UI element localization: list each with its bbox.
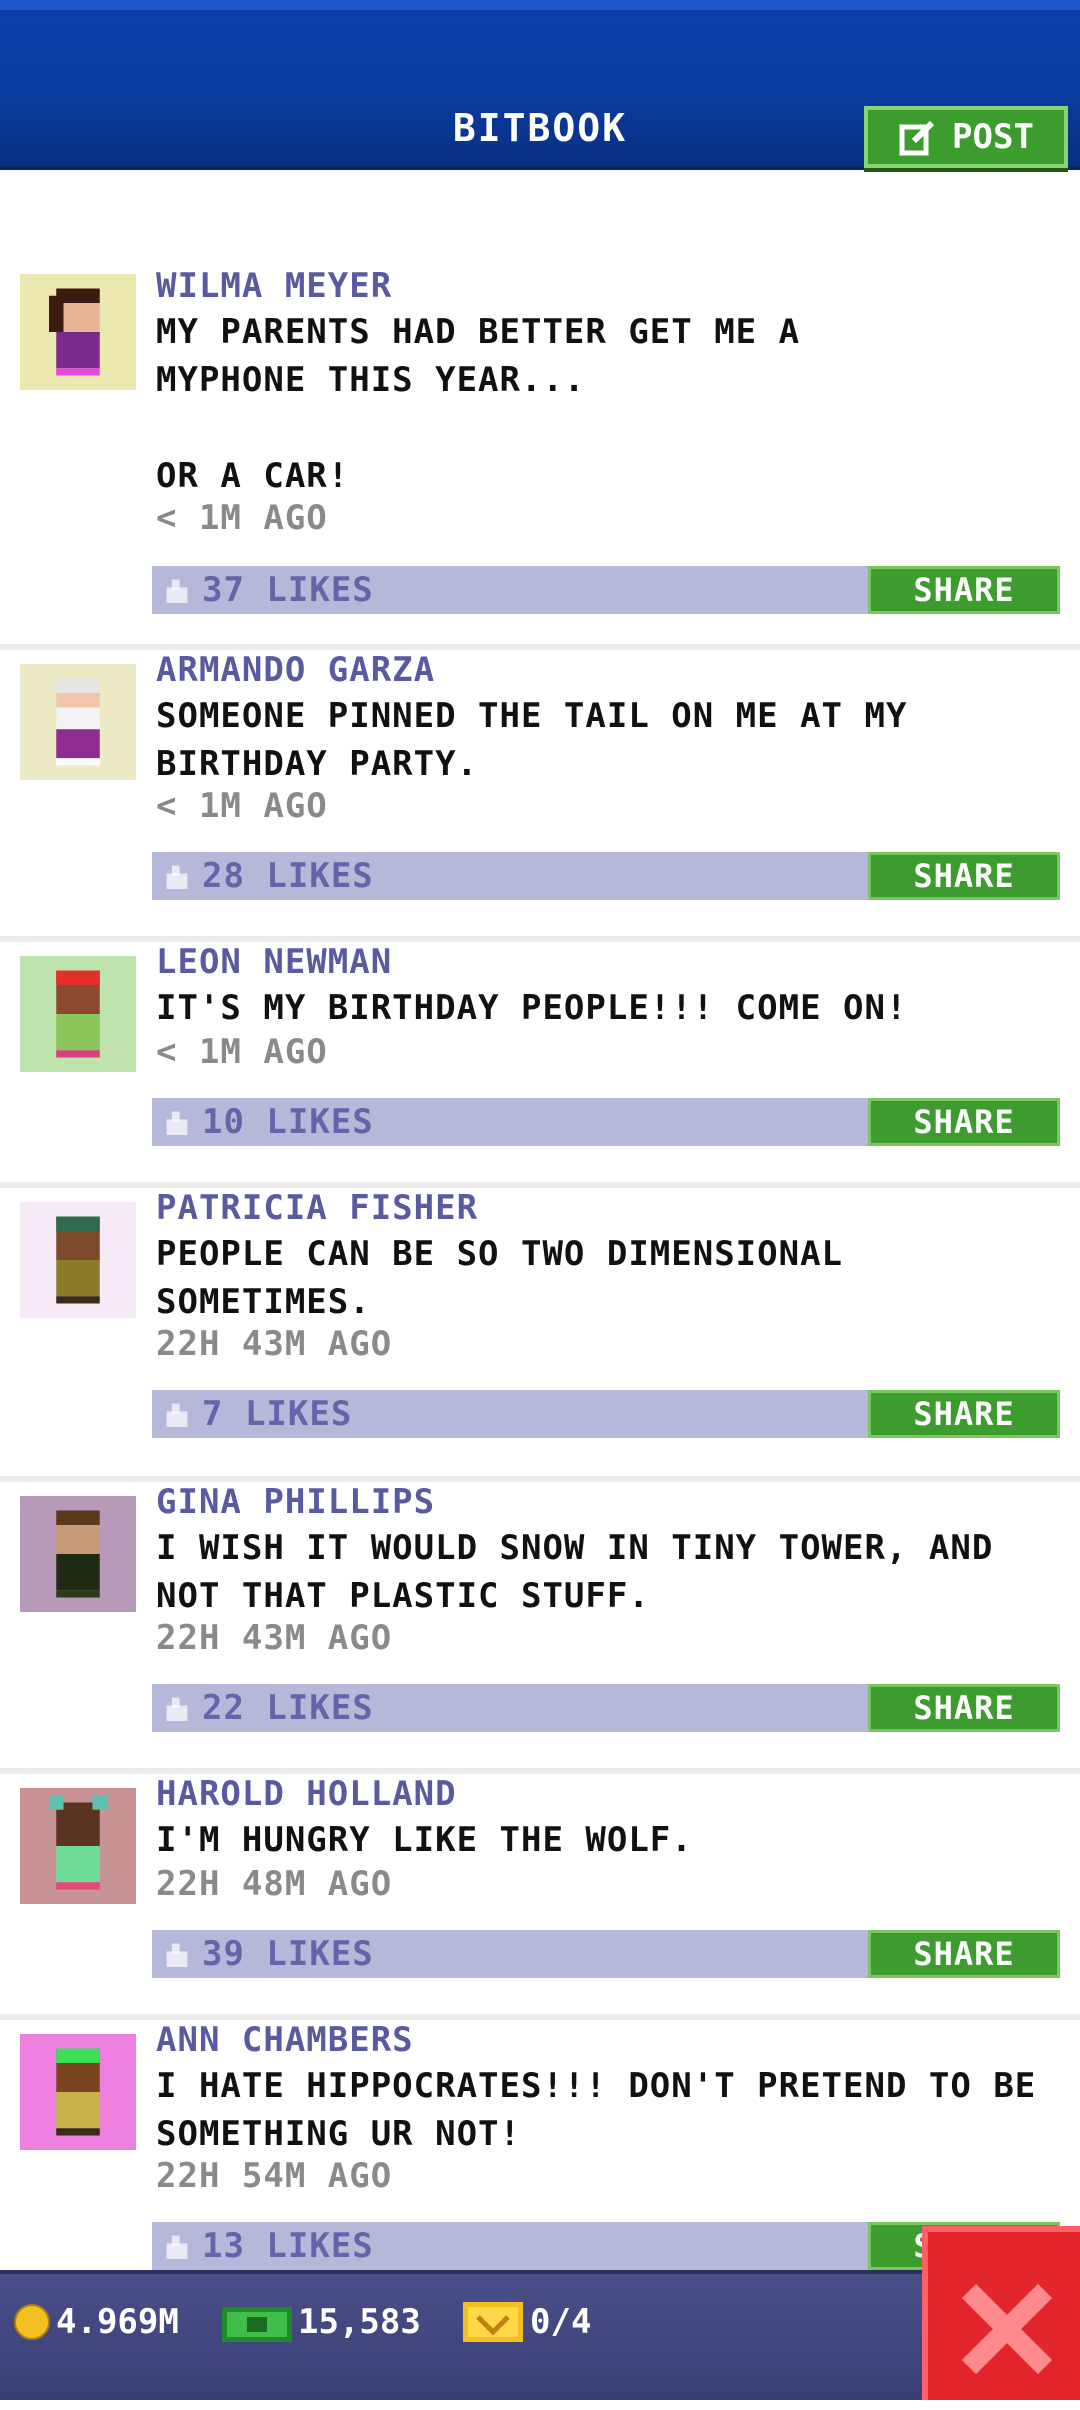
thumbs-up-icon xyxy=(166,865,188,889)
likes-bar: 22 LIKES SHARE xyxy=(152,1684,1060,1732)
likes-count: 7 LIKES xyxy=(202,1394,353,1434)
close-icon xyxy=(961,2283,1053,2375)
avatar xyxy=(20,1788,136,1904)
likes-count: 22 LIKES xyxy=(202,1688,374,1728)
close-button[interactable] xyxy=(922,2226,1080,2400)
post-author: HAROLD HOLLAND xyxy=(156,1774,457,1814)
likes-count: 39 LIKES xyxy=(202,1934,374,1974)
post-button[interactable]: POST xyxy=(864,106,1068,168)
bux-value: 15,583 xyxy=(298,2302,421,2342)
likes-count: 13 LIKES xyxy=(202,2226,374,2266)
coin-icon xyxy=(14,2304,50,2340)
avatar xyxy=(20,274,136,390)
status-bar: 4.969M 15,583 0/4 xyxy=(0,2270,1080,2400)
avatar xyxy=(20,2034,136,2150)
thumbs-up-icon xyxy=(166,1943,188,1967)
thumbs-up-icon xyxy=(166,1111,188,1135)
post-author: WILMA MEYER xyxy=(156,266,393,306)
share-button[interactable]: SHARE xyxy=(868,1930,1060,1978)
post-time: < 1M AGO xyxy=(156,1032,328,1072)
post-text: PEOPLE CAN BE SO TWO DIMENSIONAL SOMETIM… xyxy=(156,1234,844,1322)
share-button[interactable]: SHARE xyxy=(868,566,1060,614)
post-item: WILMA MEYER MY PARENTS HAD BETTER GET ME… xyxy=(0,266,1080,650)
post-text: IT'S MY BIRTHDAY PEOPLE!!! COME ON! xyxy=(156,988,908,1028)
likes-bar: 10 LIKES SHARE xyxy=(152,1098,1060,1146)
coins-display: 4.969M xyxy=(14,2302,179,2342)
likes-bar: 28 LIKES SHARE xyxy=(152,852,1060,900)
share-button[interactable]: SHARE xyxy=(868,1684,1060,1732)
bux-display: 15,583 xyxy=(222,2302,421,2342)
avatar xyxy=(20,1202,136,1318)
avatar xyxy=(20,956,136,1072)
thumbs-up-icon xyxy=(166,2235,188,2259)
share-button[interactable]: SHARE xyxy=(868,1098,1060,1146)
coins-value: 4.969M xyxy=(56,2302,179,2342)
post-item: PATRICIA FISHER PEOPLE CAN BE SO TWO DIM… xyxy=(0,1188,1080,1482)
post-button-label: POST xyxy=(952,117,1034,157)
bux-icon xyxy=(222,2307,292,2342)
tickets-display: 0/4 xyxy=(462,2302,591,2342)
post-item: ARMANDO GARZA SOMEONE PINNED THE TAIL ON… xyxy=(0,650,1080,942)
thumbs-up-icon xyxy=(166,579,188,603)
post-time: 22H 43M AGO xyxy=(156,1324,393,1364)
post-text: I'M HUNGRY LIKE THE WOLF. xyxy=(156,1820,693,1860)
likes-bar: 37 LIKES SHARE xyxy=(152,566,1060,614)
thumbs-up-icon xyxy=(166,1403,188,1427)
likes-bar: 39 LIKES SHARE xyxy=(152,1930,1060,1978)
avatar xyxy=(20,664,136,780)
post-item: HAROLD HOLLAND I'M HUNGRY LIKE THE WOLF.… xyxy=(0,1774,1080,2020)
avatar xyxy=(20,1496,136,1612)
post-author: ARMANDO GARZA xyxy=(156,650,436,690)
likes-bar: 7 LIKES SHARE xyxy=(152,1390,1060,1438)
likes-count: 28 LIKES xyxy=(202,856,374,896)
post-text: I HATE HIPPOCRATES!!! DON'T PRETEND TO B… xyxy=(156,2066,1037,2154)
likes-count: 37 LIKES xyxy=(202,570,374,610)
post-time: < 1M AGO xyxy=(156,786,328,826)
post-text: SOMEONE PINNED THE TAIL ON ME AT MY BIRT… xyxy=(156,696,908,784)
post-author: GINA PHILLIPS xyxy=(156,1482,436,1522)
post-item: LEON NEWMAN IT'S MY BIRTHDAY PEOPLE!!! C… xyxy=(0,942,1080,1188)
header-bar: BITBOOK POST xyxy=(0,0,1080,170)
ticket-icon xyxy=(463,2302,523,2342)
share-button[interactable]: SHARE xyxy=(868,1390,1060,1438)
post-author: LEON NEWMAN xyxy=(156,942,393,982)
post-time: 22H 48M AGO xyxy=(156,1864,393,1904)
post-item: GINA PHILLIPS I WISH IT WOULD SNOW IN TI… xyxy=(0,1482,1080,1774)
edit-icon xyxy=(899,120,935,156)
post-time: < 1M AGO xyxy=(156,498,328,538)
post-author: PATRICIA FISHER xyxy=(156,1188,479,1228)
post-time: 22H 54M AGO xyxy=(156,2156,393,2196)
thumbs-up-icon xyxy=(166,1697,188,1721)
post-time: 22H 43M AGO xyxy=(156,1618,393,1658)
tickets-value: 0/4 xyxy=(530,2302,592,2342)
share-button[interactable]: SHARE xyxy=(868,852,1060,900)
post-author: ANN CHAMBERS xyxy=(156,2020,414,2060)
post-text: MY PARENTS HAD BETTER GET ME A MYPHONE T… xyxy=(156,312,801,496)
post-text: I WISH IT WOULD SNOW IN TINY TOWER, AND … xyxy=(156,1528,994,1616)
likes-count: 10 LIKES xyxy=(202,1102,374,1142)
